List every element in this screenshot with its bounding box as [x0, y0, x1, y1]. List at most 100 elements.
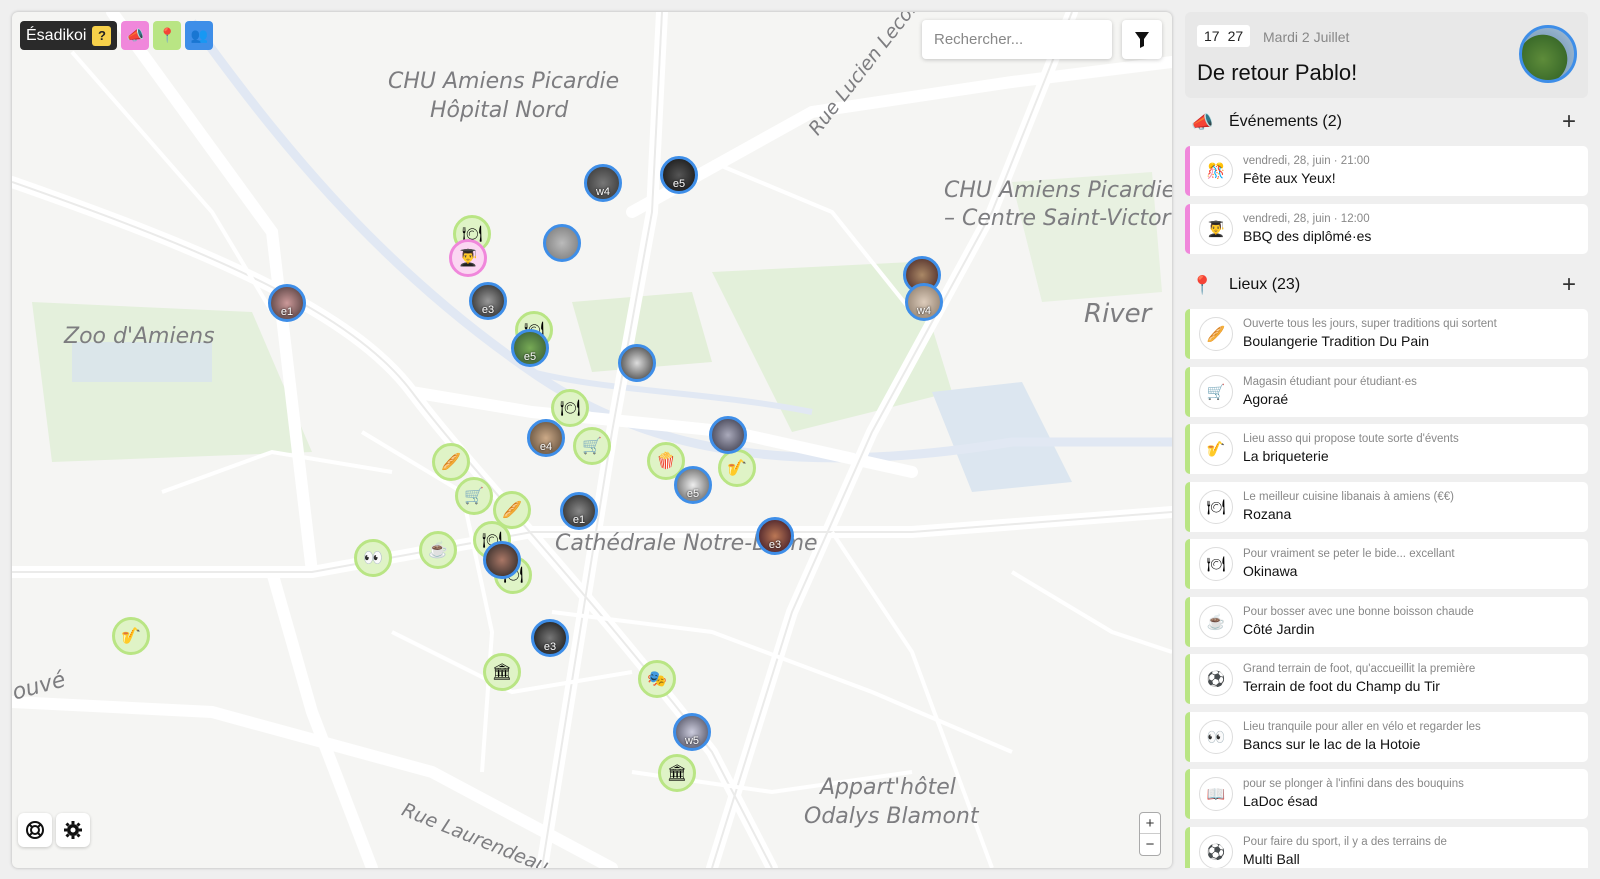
place-description: Pour vraiment se peter le bide... excell… — [1243, 548, 1455, 560]
place-description: Lieu asso qui propose toute sorte d'éven… — [1243, 433, 1459, 445]
place-marker[interactable]: 🎷 — [112, 617, 150, 655]
zoom-control: + − — [1139, 812, 1161, 856]
place-title: Agoraé — [1243, 390, 1289, 407]
app-brand[interactable]: Ésadikoi ? — [20, 21, 118, 50]
cart-icon: 🛒 — [1199, 374, 1233, 409]
zoom-in-button[interactable]: + — [1140, 813, 1160, 834]
place-description: Pour bosser avec une bonne boisson chaud… — [1243, 605, 1474, 618]
pin-icon: 📍 — [1191, 274, 1214, 295]
clock-hour: 17 — [1204, 28, 1220, 44]
help-lifebuoy-button[interactable] — [18, 813, 52, 847]
map-label-hopital-nord: Hôpital Nord — [430, 98, 569, 123]
app-title: Ésadikoi — [26, 26, 87, 44]
event-date: vendredi, 28, juin · 21:00 — [1243, 155, 1370, 167]
place-description: Grand terrain de foot, qu'accueillit la … — [1243, 663, 1476, 675]
pin-icon: 📍 — [158, 27, 177, 43]
clock-minute: 27 — [1227, 28, 1244, 44]
greeting: De retour Pablo! — [1197, 60, 1358, 85]
event-date: vendredi, 28, juin · 12:00 — [1243, 212, 1370, 225]
place-marker[interactable]: ☕ — [419, 531, 457, 569]
megaphone-icon: 📣 — [126, 27, 145, 43]
person-marker[interactable]: e5 — [511, 329, 549, 367]
events-section-header: 📣 Événements (2) + — [1185, 98, 1588, 146]
place-marker[interactable]: 🥖 — [432, 443, 470, 481]
current-date: Mardi 2 Juillet — [1263, 29, 1350, 45]
person-marker[interactable] — [543, 224, 581, 262]
person-marker[interactable] — [709, 416, 747, 454]
place-marker[interactable]: 🎭 — [638, 660, 676, 698]
saxophone-icon: 🎷 — [1199, 432, 1233, 466]
place-title: Bancs sur le lac de la Hotoie — [1243, 735, 1421, 752]
place-title: La briqueterie — [1243, 448, 1329, 464]
map-label-chu-centre: CHU Amiens Picardie — [944, 178, 1172, 203]
place-item[interactable]: ☕ Pour bosser avec une bonne boisson cha… — [1185, 596, 1588, 647]
person-marker[interactable]: w4 — [905, 283, 943, 321]
filter-icon — [1135, 31, 1149, 48]
place-item[interactable]: ⚽ Grand terrain de foot, qu'accueillit l… — [1185, 654, 1588, 704]
place-list: 🥖 Ouverte tous les jours, super traditio… — [1185, 309, 1588, 868]
person-marker[interactable]: e3 — [469, 282, 507, 320]
place-item[interactable]: 🛒 Magasin étudiant pour étudiant·es Agora… — [1185, 366, 1588, 417]
person-marker[interactable]: e1 — [560, 492, 598, 530]
add-event-button[interactable]: + — [1562, 108, 1576, 136]
person-marker[interactable]: w5 — [673, 713, 711, 751]
place-title: Côté Jardin — [1243, 620, 1315, 637]
sidebar: 17 27 Mardi 2 Juillet De retour Pablo! 📣… — [1185, 12, 1588, 868]
graduate-icon: 👨‍🎓 — [1199, 211, 1233, 246]
place-item[interactable]: 👀 Lieu tranquile pour aller en vélo et r… — [1185, 711, 1588, 762]
coffee-icon: ☕ — [1199, 604, 1233, 639]
place-description: Ouverte tous les jours, super traditions… — [1243, 318, 1497, 330]
map-view[interactable]: CHU Amiens Picardie Hôpital Nord Zoo d'A… — [12, 12, 1172, 868]
person-marker[interactable]: e3 — [531, 619, 569, 657]
place-marker[interactable]: 🎷 — [718, 449, 756, 487]
search-input[interactable] — [922, 20, 1112, 59]
plate-icon: 🍽 — [1199, 489, 1233, 524]
event-item[interactable]: 👨‍🎓 vendredi, 28, juin · 12:00 BBQ des d… — [1185, 203, 1588, 254]
events-layer-toggle[interactable]: 📣 — [121, 21, 150, 50]
person-marker[interactable]: e4 — [527, 419, 565, 457]
lifebuoy-icon — [26, 821, 44, 839]
place-marker[interactable]: 🏛 — [658, 754, 696, 792]
confetti-icon: 🎊 — [1199, 154, 1233, 188]
place-title: Boulangerie Tradition Du Pain — [1243, 333, 1430, 349]
user-avatar[interactable] — [1519, 25, 1577, 83]
person-marker[interactable]: e5 — [660, 156, 698, 194]
people-layer-toggle[interactable]: 👥 — [185, 21, 214, 50]
map-label-zoo: Zoo d'Amiens — [64, 324, 215, 349]
baguette-icon: 🥖 — [1199, 317, 1233, 351]
places-layer-toggle[interactable]: 📍 — [153, 21, 182, 50]
place-marker[interactable]: 🛒 — [573, 427, 611, 465]
place-item[interactable]: 🥖 Ouverte tous les jours, super traditio… — [1185, 309, 1588, 359]
place-item[interactable]: 🍽 Pour vraiment se peter le bide... exce… — [1185, 539, 1588, 589]
settings-button[interactable] — [56, 813, 90, 847]
places-section-title: Lieux (23) — [1229, 276, 1301, 293]
event-title: BBQ des diplômé·es — [1243, 227, 1372, 244]
help-button[interactable]: ? — [92, 25, 112, 46]
add-place-button[interactable]: + — [1562, 271, 1576, 299]
megaphone-icon: 📣 — [1191, 111, 1214, 132]
place-title: Multi Ball — [1243, 850, 1300, 867]
place-item[interactable]: 📖 pour se plonger à l'infini dans des bo… — [1185, 769, 1588, 819]
person-marker[interactable]: w4 — [584, 164, 622, 202]
place-marker[interactable]: 🏛 — [483, 653, 521, 691]
filter-button[interactable] — [1122, 20, 1162, 59]
person-marker[interactable] — [483, 541, 521, 579]
place-description: Pour faire du sport, il y a des terrains… — [1243, 835, 1447, 848]
place-item[interactable]: 🍽 Le meilleur cuisine libanais à amiens … — [1185, 481, 1588, 532]
place-item[interactable]: 🎷 Lieu asso qui propose toute sorte d'év… — [1185, 424, 1588, 474]
place-title: LaDoc ésad — [1243, 793, 1318, 809]
event-marker[interactable]: 👨‍🎓 — [449, 239, 487, 277]
place-title: Terrain de foot du Champ du Tir — [1243, 678, 1440, 694]
zoom-out-button[interactable]: − — [1140, 834, 1160, 855]
place-marker[interactable]: 👀 — [354, 539, 392, 577]
place-item[interactable]: ⚽ Pour faire du sport, il y a des terrai… — [1185, 826, 1588, 868]
person-marker[interactable]: e5 — [674, 466, 712, 504]
person-marker[interactable] — [618, 344, 656, 382]
place-marker[interactable]: 🛒 — [455, 477, 493, 515]
person-marker[interactable]: e3 — [756, 517, 794, 555]
places-section-header: 📍 Lieux (23) + — [1185, 261, 1588, 309]
clock: 17 27 — [1197, 25, 1251, 47]
place-description: Lieu tranquile pour aller en vélo et reg… — [1243, 720, 1481, 733]
person-marker[interactable]: e1 — [268, 284, 306, 322]
event-item[interactable]: 🎊 vendredi, 28, juin · 21:00 Fête aux Ye… — [1185, 146, 1588, 196]
